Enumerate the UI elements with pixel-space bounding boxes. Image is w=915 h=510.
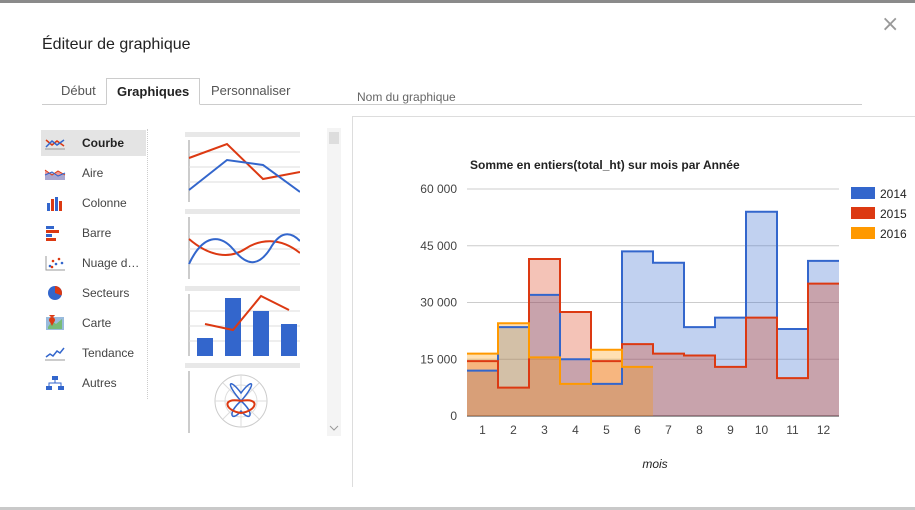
- chart-type-label: Autres: [82, 376, 117, 390]
- combo-thumbnail[interactable]: [185, 286, 300, 358]
- chart-type-autres[interactable]: Autres: [41, 370, 146, 396]
- map-chart-icon: [46, 315, 64, 330]
- smooth-line-thumbnail[interactable]: [185, 209, 300, 281]
- line-chart-icon: [45, 139, 65, 150]
- y-tick-label: 30 000: [420, 296, 457, 310]
- chart-type-carte[interactable]: Carte: [41, 310, 146, 336]
- x-tick-label: 8: [696, 423, 703, 437]
- chart-type-barre[interactable]: Barre: [41, 220, 146, 246]
- close-icon[interactable]: ×: [881, 12, 899, 37]
- chart-preview-panel: Somme en entiers(total_ht) sur mois par …: [352, 116, 915, 487]
- x-tick-label: 5: [603, 423, 610, 437]
- x-tick-label: 11: [786, 423, 799, 437]
- chevron-down-icon[interactable]: [329, 424, 339, 432]
- chart-type-aire[interactable]: Aire: [41, 160, 146, 186]
- tab-personnaliser[interactable]: Personnaliser: [201, 78, 301, 104]
- chart-type-courbe[interactable]: Courbe: [41, 130, 146, 156]
- y-tick-label: 15 000: [420, 352, 457, 366]
- area-chart-icon: [44, 169, 66, 180]
- chart-thumbnails: [185, 132, 300, 435]
- x-tick-label: 4: [572, 423, 579, 437]
- chart-type-nuage[interactable]: Nuage d…: [41, 250, 146, 276]
- line-thumbnail[interactable]: [185, 132, 300, 204]
- chart-type-label: Barre: [82, 226, 112, 240]
- chart-type-label: Courbe: [82, 136, 124, 150]
- chart-type-colonne[interactable]: Colonne: [41, 190, 146, 216]
- chart-type-label: Tendance: [82, 346, 135, 360]
- x-tick-label: 1: [479, 423, 486, 437]
- scatter-chart-icon: [45, 256, 65, 271]
- x-tick-label: 3: [541, 423, 548, 437]
- legend-label: 2014: [880, 187, 907, 201]
- trend-chart-icon: [45, 347, 65, 361]
- top-border: [0, 0, 915, 3]
- x-tick-label: 6: [634, 423, 641, 437]
- chart-type-label: Secteurs: [82, 286, 130, 300]
- pie-chart-icon: [48, 286, 62, 300]
- y-tick-label: 45 000: [420, 239, 457, 253]
- x-tick-label: 12: [817, 423, 831, 437]
- chart-type-list: Courbe Aire Colonne Barre Nuage d… Secte…: [41, 129, 148, 399]
- x-tick-label: 10: [755, 423, 769, 437]
- chart-type-label: Aire: [82, 166, 104, 180]
- chart-type-label: Nuage d…: [82, 256, 140, 270]
- legend-label: 2015: [880, 207, 907, 221]
- column-chart-icon: [47, 197, 62, 211]
- chart-preview: Somme en entiers(total_ht) sur mois par …: [420, 158, 907, 471]
- y-tick-label: 0: [450, 409, 457, 423]
- tab-bar: Début Graphiques Personnaliser Nom du gr…: [42, 78, 862, 105]
- chart-type-tendance[interactable]: Tendance: [41, 340, 146, 366]
- bar-chart-icon: [46, 226, 59, 241]
- thumbnail-scrollbar[interactable]: [327, 128, 341, 436]
- cutoff-label: Nom du graphique: [357, 90, 456, 104]
- legend-swatch: [851, 187, 875, 199]
- scrollbar-thumb[interactable]: [329, 132, 339, 144]
- x-tick-label: 9: [727, 423, 734, 437]
- tab-graphiques[interactable]: Graphiques: [106, 78, 201, 105]
- x-tick-label: 7: [665, 423, 672, 437]
- dialog-title: Éditeur de graphique: [42, 36, 191, 53]
- chart-title: Somme en entiers(total_ht) sur mois par …: [470, 158, 740, 172]
- legend-label: 2016: [880, 227, 907, 241]
- legend-swatch: [851, 207, 875, 219]
- org-chart-icon: [46, 376, 64, 390]
- chart-type-label: Colonne: [82, 196, 127, 210]
- x-tick-label: 2: [510, 423, 517, 437]
- y-tick-label: 60 000: [420, 182, 457, 196]
- legend-swatch: [851, 227, 875, 239]
- chart-type-secteurs[interactable]: Secteurs: [41, 280, 146, 306]
- tab-debut[interactable]: Début: [51, 78, 106, 104]
- radar-thumbnail[interactable]: [185, 363, 300, 435]
- x-axis-label: mois: [642, 457, 667, 471]
- chart-type-label: Carte: [82, 316, 112, 330]
